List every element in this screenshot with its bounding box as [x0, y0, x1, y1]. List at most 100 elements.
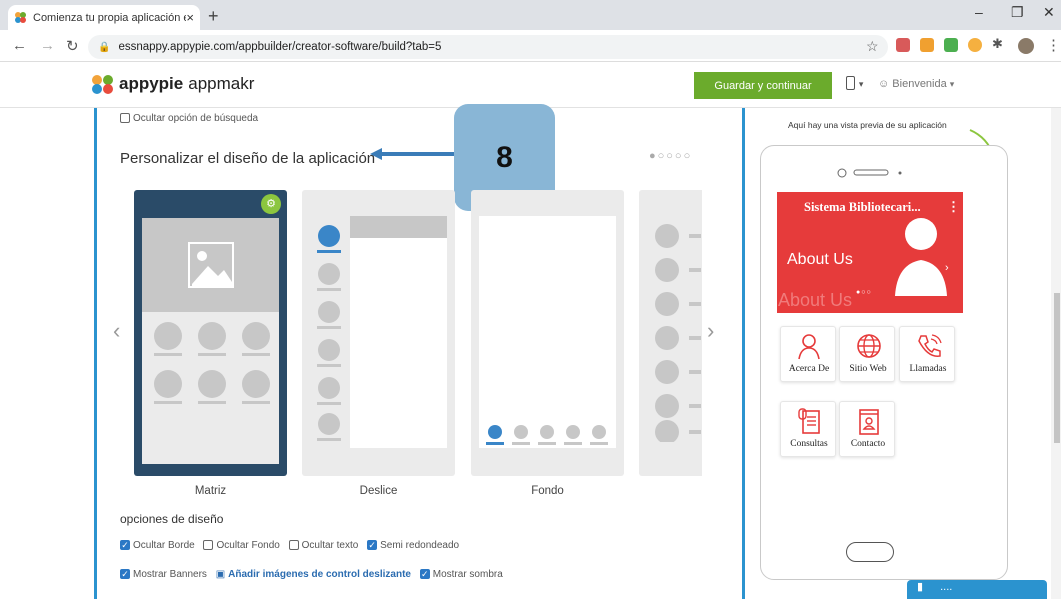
tab-title: Comienza tu propia aplicación e [33, 11, 187, 24]
back-icon[interactable]: ← [12, 37, 27, 54]
tile-acerca-de[interactable]: Acerca De [780, 326, 836, 382]
tile-sitio-web[interactable]: Sitio Web [839, 326, 895, 382]
option-label: Mostrar Banners [133, 569, 207, 580]
option-show-shadow[interactable]: ✓ Mostrar sombra [419, 569, 503, 580]
extension-icon[interactable] [968, 38, 982, 52]
carousel-dots[interactable]: ●○○○○ [649, 150, 692, 162]
chat-bubble-icon: ▮ [917, 581, 924, 593]
device-switcher[interactable]: ▾ [846, 74, 864, 91]
list-items-preview [655, 224, 701, 442]
browser-tab[interactable]: Comienza tu propia aplicación e × [8, 5, 200, 30]
maximize-button[interactable]: ❐ [1011, 4, 1024, 21]
tab-close-icon[interactable]: × [186, 10, 194, 25]
grid-icons-preview [154, 322, 270, 404]
chevron-right-icon[interactable]: › [945, 262, 949, 274]
chevron-down-icon: ▾ [949, 79, 955, 89]
tile-label: Llamadas [909, 364, 947, 374]
option-semi-rounded[interactable]: ✓ Semi redondeado [367, 540, 459, 551]
pdf-extension-icon[interactable] [896, 38, 910, 52]
option-label: Ocultar Borde [133, 540, 195, 551]
layout-caption: Deslice [359, 485, 398, 497]
extension-icon[interactable] [920, 38, 934, 52]
banner-ghost-text: About Us [778, 290, 853, 310]
tile-consultas[interactable]: Consultas [780, 401, 836, 457]
layout-card-matriz[interactable]: ⚙ [134, 190, 287, 476]
phone-icon [918, 334, 942, 357]
appypie-favicon-icon [15, 12, 26, 23]
checkbox[interactable]: ✓ [120, 540, 130, 551]
option-hide-border[interactable]: ✓ Ocultar Borde [120, 540, 195, 551]
person-silhouette-icon [895, 218, 947, 296]
chat-label: .... [940, 581, 953, 593]
layout-thumb [479, 216, 616, 448]
option-label: Ocultar texto [301, 540, 359, 551]
design-options-row: ✓ Mostrar Banners ▣ Añadir imágenes de con… [120, 569, 509, 580]
puzzle-icon[interactable]: ✱ [992, 36, 1003, 52]
logo-brand: appypie [119, 74, 184, 93]
bottom-tab-items [486, 425, 608, 445]
chevron-left-icon[interactable]: ‹ [113, 318, 120, 344]
layout-caption: Fondo [531, 485, 564, 497]
checkbox[interactable] [288, 540, 299, 551]
chevron-down-icon: ▾ [858, 79, 864, 89]
layout-caption: Matriz [194, 485, 227, 497]
user-icon: ☺ [878, 78, 890, 90]
settings-gear-icon[interactable]: ⚙ [261, 194, 281, 214]
star-icon[interactable]: ☆ [866, 38, 879, 55]
layout-card-deslice[interactable] [302, 190, 455, 476]
hide-search-option[interactable]: Ocultar opción de búsqueda [120, 113, 258, 124]
tile-label: Sitio Web [849, 364, 887, 374]
logo-product: appmakr [188, 74, 255, 93]
avatar[interactable] [1018, 38, 1034, 54]
minimize-button[interactable]: – [975, 4, 983, 20]
option-label: Semi redondeado [380, 540, 460, 551]
logo[interactable]: appypie appmakr [90, 73, 254, 95]
panel-border-right [742, 108, 745, 599]
image-placeholder-icon [188, 242, 234, 288]
hide-search-label: Ocultar opción de búsqueda [133, 113, 259, 124]
tile-label: Acerca De [788, 364, 830, 374]
globe-icon [857, 334, 881, 358]
chat-widget[interactable]: ▮ .... [907, 580, 1047, 599]
tile-contacto[interactable]: Contacto [839, 401, 895, 457]
add-slider-images-link[interactable]: ▣ Añadir imágenes de control deslizante [216, 569, 411, 580]
checkbox[interactable] [120, 113, 130, 124]
slide-header [350, 216, 447, 238]
user-menu[interactable]: ☺ Bienvenida ▾ [878, 78, 954, 90]
option-hide-background[interactable]: Ocultar Fondo [203, 540, 280, 551]
tile-label: Contacto [850, 439, 886, 449]
url-field[interactable]: 🔒 essnappy.appypie.com/appbuilder/creato… [88, 35, 888, 59]
lock-icon: 🔒 [98, 41, 111, 53]
preview-note: Aquí hay una vista previa de su aplicaci… [788, 120, 947, 130]
layout-banner [142, 218, 279, 312]
slide-menu-items [317, 225, 341, 441]
forward-icon[interactable]: → [40, 37, 55, 54]
save-continue-button[interactable]: Guardar y continuar [694, 72, 832, 99]
close-window-button[interactable]: ✕ [1043, 4, 1055, 21]
chevron-right-icon[interactable]: › [707, 318, 714, 344]
menu-icon[interactable]: ⋮ [1046, 36, 1061, 54]
reload-icon[interactable]: ↻ [66, 37, 79, 55]
welcome-label: Bienvenida [892, 78, 947, 90]
extension-icon[interactable] [944, 38, 958, 52]
checkbox[interactable]: ✓ [367, 540, 378, 551]
option-hide-text[interactable]: Ocultar texto [288, 540, 359, 551]
phone-home-button [846, 542, 894, 562]
option-label: Mostrar sombra [432, 569, 503, 580]
checkbox[interactable]: ✓ [120, 569, 130, 580]
document-icon [798, 408, 820, 434]
layout-card-fondo[interactable] [471, 190, 624, 476]
banner-dots: ●○○ [856, 289, 872, 296]
option-show-banners[interactable]: ✓ Mostrar Banners [120, 569, 207, 580]
option-label: Ocultar Fondo [216, 540, 280, 551]
new-tab-button[interactable]: + [208, 6, 219, 27]
checkbox[interactable] [203, 540, 214, 551]
checkbox[interactable]: ✓ [419, 569, 430, 580]
arrow-left-icon [370, 148, 457, 160]
layout-card-list[interactable] [639, 190, 702, 476]
phone-icon [846, 76, 855, 91]
tile-llamadas[interactable]: Llamadas [899, 326, 955, 382]
scrollbar-thumb[interactable] [1054, 293, 1060, 443]
design-options-row: ✓ Ocultar Borde Ocultar Fondo Ocultar tex… [120, 540, 465, 551]
add-slider-images-label[interactable]: Añadir imágenes de control deslizante [228, 569, 411, 580]
